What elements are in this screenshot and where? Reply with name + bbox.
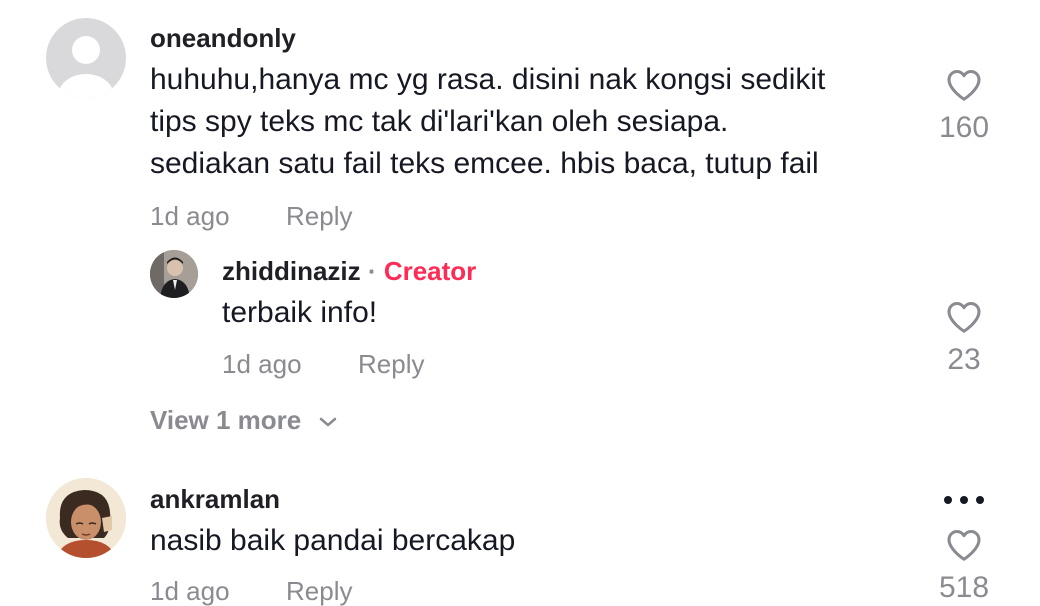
comment-text: nasib baik pandai bercakap xyxy=(150,524,516,557)
reply-button[interactable]: Reply xyxy=(286,201,352,231)
reply-button[interactable]: Reply xyxy=(358,349,424,379)
heart-icon xyxy=(947,530,981,561)
avatar[interactable] xyxy=(150,250,198,298)
chevron-down-icon xyxy=(319,417,336,427)
comment-timestamp: 1d ago xyxy=(150,201,230,231)
view-more-replies-button[interactable]: View 1 more xyxy=(150,405,339,435)
user-avatar-image xyxy=(46,478,126,558)
heart-icon xyxy=(947,302,981,333)
reply-username[interactable]: zhiddinaziz xyxy=(222,256,361,286)
heart-icon xyxy=(947,70,981,101)
avatar[interactable] xyxy=(46,18,126,98)
like-button[interactable]: 518 xyxy=(924,528,1004,605)
comment-text-line: huhuhu,hanya mc yg rasa. disini nak kong… xyxy=(150,63,826,96)
more-options-icon xyxy=(944,496,984,504)
reply-username-row: zhiddinaziz · Creator xyxy=(222,256,476,286)
reply-timestamp: 1d ago xyxy=(222,349,302,379)
separator-dot: · xyxy=(367,256,377,286)
like-count: 160 xyxy=(938,111,990,144)
default-avatar-icon xyxy=(58,36,114,98)
creator-badge: Creator xyxy=(383,256,477,286)
reply-button[interactable]: Reply xyxy=(286,576,352,606)
more-options-button[interactable] xyxy=(940,490,988,510)
view-more-label: View 1 more xyxy=(150,405,302,435)
comment-text-line: sediakan satu fail teks emcee. hbis baca… xyxy=(150,147,819,180)
avatar[interactable] xyxy=(46,478,126,558)
comment-timestamp: 1d ago xyxy=(150,576,230,606)
comment-username[interactable]: oneandonly xyxy=(150,23,296,53)
comment-text: huhuhu,hanya mc yg rasa. disini nak kong… xyxy=(150,59,910,185)
user-avatar-image xyxy=(150,250,198,298)
like-button[interactable]: 23 xyxy=(924,300,1004,377)
like-count: 23 xyxy=(947,343,981,376)
like-count: 518 xyxy=(938,571,990,604)
reply-text: terbaik info! xyxy=(222,296,378,329)
comment-username[interactable]: ankramlan xyxy=(150,484,280,514)
like-button[interactable]: 160 xyxy=(924,68,1004,145)
comment-text-line: tips spy teks mc tak di'lari'kan oleh se… xyxy=(150,105,729,138)
